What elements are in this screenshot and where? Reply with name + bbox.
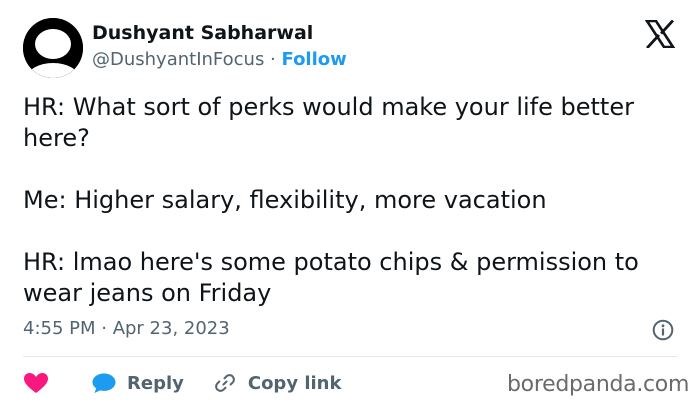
link-icon [214,374,235,392]
action-bar: Reply Copy link [23,368,341,398]
speech-bubble-icon [92,373,116,393]
author-handle-row: @DushyantInFocus · Follow [92,49,347,70]
reply-button[interactable]: Reply [49,372,184,394]
copy-link-button[interactable]: Copy link [184,372,342,394]
handle-separator: · [264,49,282,70]
avatar[interactable] [23,18,83,78]
like-button[interactable] [23,372,49,394]
heart-icon [24,373,48,393]
tweet-text: HR: What sort of perks would make your l… [23,93,639,307]
copy-link-label: Copy link [247,372,342,394]
info-icon[interactable] [652,319,674,341]
author-display-name[interactable]: Dushyant Sabharwal [92,22,313,44]
reply-label: Reply [127,372,184,394]
tweet-timestamp[interactable]: 4:55 PM · Apr 23, 2023 [23,318,230,339]
follow-button[interactable]: Follow [282,49,347,70]
x-logo-icon[interactable] [645,20,675,48]
author-handle[interactable]: @DushyantInFocus [92,49,264,70]
action-bar-divider [23,356,678,357]
tweet-card: Dushyant Sabharwal @DushyantInFocus · Fo… [0,0,700,410]
avatar-silhouette-icon [23,18,83,78]
boredpanda-watermark: boredpanda.com [507,372,690,397]
